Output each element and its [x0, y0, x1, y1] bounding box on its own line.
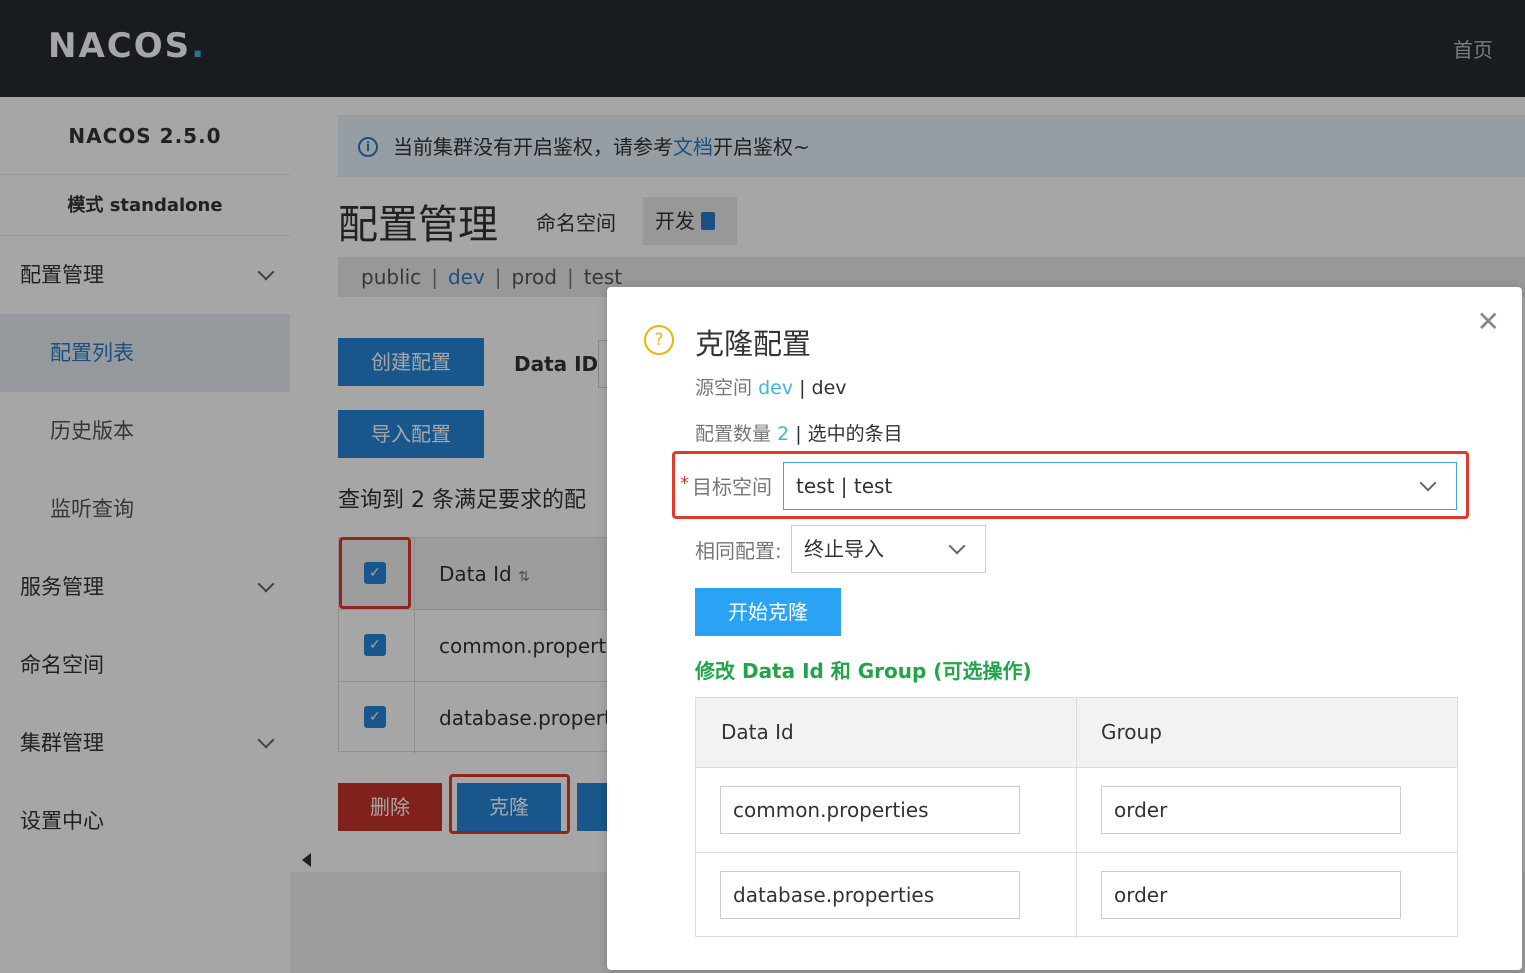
column-divider [1076, 853, 1077, 938]
clone-mapping-table: Data Id Group common.properties order da… [695, 697, 1458, 938]
source-namespace: dev [758, 377, 794, 399]
chevron-down-icon [948, 537, 966, 555]
header-group: Group [1101, 720, 1162, 744]
count-suffix: | 选中的条目 [789, 423, 903, 445]
group-input[interactable]: order [1101, 786, 1401, 834]
column-divider [1076, 698, 1077, 767]
config-count-line: 配置数量 2 | 选中的条目 [695, 419, 903, 446]
group-input[interactable]: order [1101, 871, 1401, 919]
table-row: common.properties order [696, 768, 1457, 853]
modify-section-title: 修改 Data Id 和 Group (可选操作) [695, 659, 1032, 683]
source-namespace-line: 源空间 dev | dev [695, 373, 847, 400]
count-label: 配置数量 [695, 423, 772, 445]
header-dataid: Data Id [721, 720, 794, 744]
dialog-title: 克隆配置 [695, 327, 812, 361]
source-label: 源空间 [695, 377, 753, 399]
same-config-policy-select[interactable]: 终止导入 [791, 525, 986, 573]
close-icon[interactable]: ✕ [1477, 305, 1500, 338]
dataid-input[interactable]: common.properties [720, 786, 1020, 834]
table-row: database.properties order [696, 853, 1457, 938]
table-header: Data Id Group [696, 698, 1457, 768]
count-value: 2 [777, 423, 790, 445]
same-config-label: 相同配置: [695, 539, 782, 563]
same-config-policy-value: 终止导入 [804, 537, 884, 561]
question-icon: ? [644, 325, 674, 355]
column-divider [1076, 768, 1077, 852]
start-clone-button[interactable]: 开始克隆 [695, 588, 841, 636]
source-namespace-name: | dev [793, 377, 847, 399]
highlight-target-namespace [672, 451, 1469, 519]
clone-config-dialog: ✕ ? 克隆配置 源空间 dev | dev 配置数量 2 | 选中的条目 * … [607, 287, 1522, 970]
dataid-input[interactable]: database.properties [720, 871, 1020, 919]
